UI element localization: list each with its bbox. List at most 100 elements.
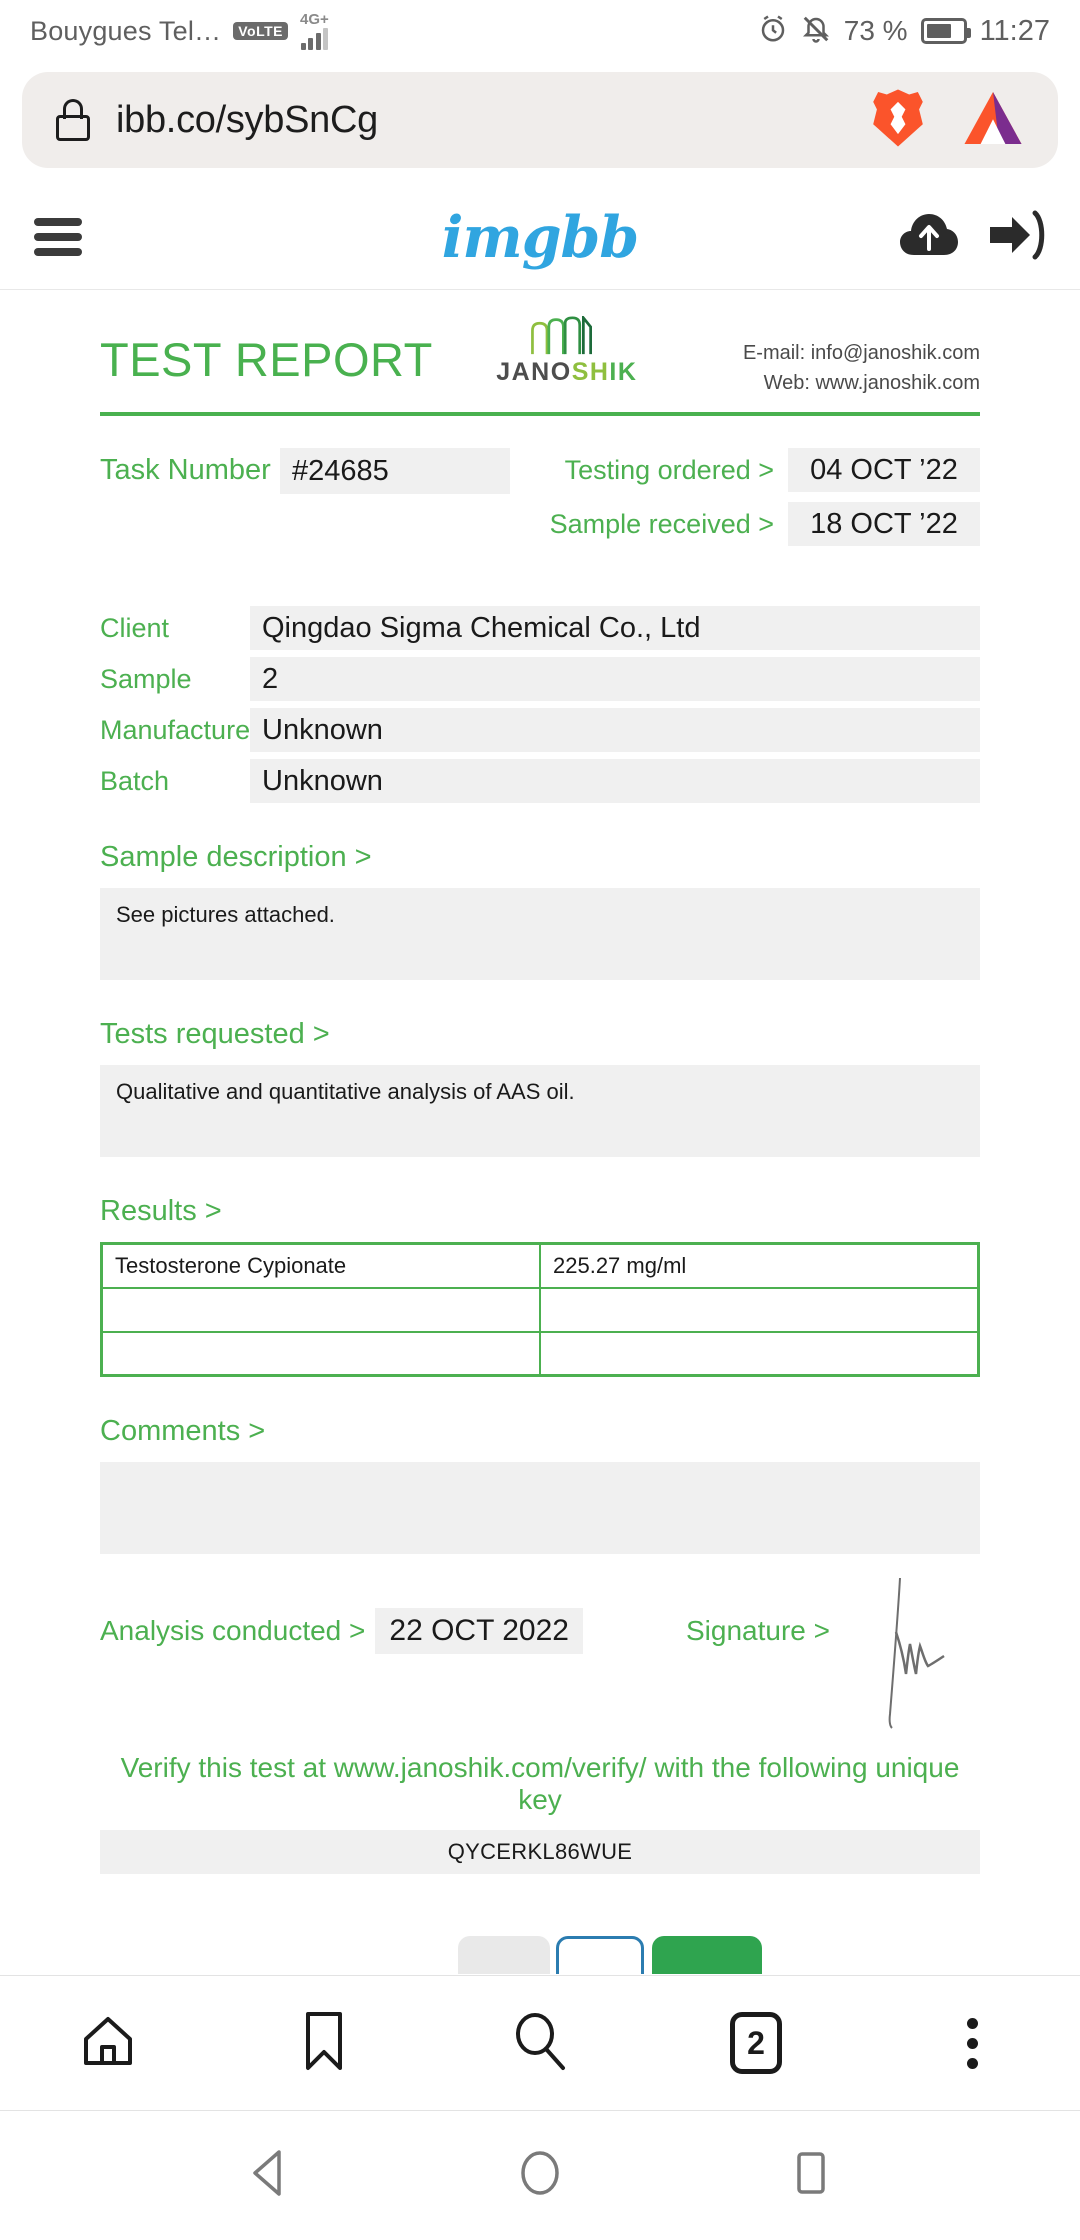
manufacturer-label: Manufacturer [100,714,260,745]
site-header: imgbb [0,185,1080,290]
tab-count-badge: 2 [730,2012,782,2074]
task-number-value: #24685 [280,448,510,494]
result-amount [539,1286,980,1333]
recents-square-icon [783,2146,837,2205]
address-bar-actions [868,87,1024,154]
batch-value: Unknown [250,759,980,803]
client-value: Qingdao Sigma Chemical Co., Ltd [250,606,980,650]
home-icon [78,2011,138,2076]
janoshik-wordmark: JANOSHIK [496,358,638,386]
brave-rewards-triangle-icon[interactable] [962,89,1024,152]
signal-strength-icon: 4G+ [300,12,329,50]
analysis-conducted-value: 22 OCT 2022 [375,1608,583,1654]
client-info-table: Client Qingdao Sigma Chemical Co., Ltd S… [100,606,980,803]
carrier-label: Bouygues Tel… [30,15,222,46]
result-substance [100,1286,541,1333]
report-header: TEST REPORT JANOSHIK E-mail: info@janosh… [100,314,980,406]
tests-requested-title: Tests requested > [100,1018,330,1050]
verify-unique-key: QYCERKL86WUE [100,1830,980,1874]
client-label: Client [100,612,170,643]
sample-description-section: Sample description > See pictures attach… [100,841,980,980]
bookmarks-button[interactable] [264,1993,384,2093]
android-back-button[interactable] [215,2131,325,2221]
back-triangle-icon [243,2146,297,2205]
gray-button[interactable] [458,1936,550,1974]
testing-ordered-row: Testing ordered > 04 OCT ’22 [550,448,980,492]
dates-column: Testing ordered > 04 OCT ’22 Sample rece… [550,448,980,556]
lab-email: E-mail: info@janoshik.com [742,342,980,364]
janoshik-mark-icon [530,316,592,355]
sample-value: 2 [250,657,980,701]
results-section: Results > Testosterone Cypionate 225.27 … [100,1195,980,1377]
home-circle-icon [513,2146,567,2205]
table-row [100,1330,980,1377]
url-text[interactable]: ibb.co/sybSnCg [116,99,378,142]
browser-toolbar: 2 [0,1975,1080,2110]
address-bar[interactable]: ibb.co/sybSnCg [22,72,1058,168]
network-type-label: 4G+ [299,11,329,28]
result-substance: Testosterone Cypionate [100,1242,541,1289]
lab-contact-info: E-mail: info@janoshik.com Web: www.janos… [743,314,980,398]
site-header-actions [898,209,1046,266]
brave-lion-icon[interactable] [868,87,928,154]
comments-section: Comments > [100,1415,980,1554]
battery-percent-label: 73 % [843,15,908,46]
android-home-button[interactable] [485,2131,595,2221]
result-amount [539,1330,980,1377]
kebab-menu-icon [966,2017,978,2069]
sign-in-icon[interactable] [988,209,1046,266]
results-table: Testosterone Cypionate 225.27 mg/ml [100,1242,980,1377]
task-and-dates-row: Task Number #24685 Testing ordered > 04 … [100,448,980,556]
test-report-document: TEST REPORT JANOSHIK E-mail: info@janosh… [0,290,1080,1910]
comments-title: Comments > [100,1415,266,1447]
cloud-upload-icon[interactable] [898,211,960,264]
verify-instruction: Verify this test at www.janoshik.com/ver… [120,1752,960,1815]
green-button[interactable] [652,1936,762,1974]
info-row-client: Client Qingdao Sigma Chemical Co., Ltd [100,606,980,650]
status-bar: Bouygues Tel… VoLTE 4G+ 73 % 11:27 [0,0,1080,62]
page-action-buttons [0,1912,1080,1974]
volte-icon: VoLTE [233,21,288,41]
android-recents-button[interactable] [755,2131,865,2221]
batch-label: Batch [100,765,170,796]
search-icon [509,2010,571,2077]
clock-label: 11:27 [979,14,1050,47]
phone-screen: Bouygues Tel… VoLTE 4G+ 73 % 11:27 ibb.c… [0,0,1080,2240]
info-row-batch: Batch Unknown [100,759,980,803]
notifications-muted-icon [801,14,831,49]
task-number-label: Task Number [100,454,271,486]
signature-label: Signature > [686,1615,830,1646]
page-title: TEST REPORT [100,333,433,386]
blue-outline-button[interactable] [556,1936,644,1974]
testing-ordered-label: Testing ordered > [564,454,774,485]
sample-label: Sample [100,663,192,694]
tests-requested-text: Qualitative and quantitative analysis of… [100,1065,980,1157]
result-amount: 225.27 mg/ml [539,1242,980,1289]
sample-received-label: Sample received > [549,508,774,539]
info-row-sample: Sample 2 [100,657,980,701]
analysis-and-signature-row: Analysis conducted > 22 OCT 2022 Signatu… [100,1577,980,1729]
results-title: Results > [100,1195,222,1227]
tab-switcher-button[interactable]: 2 [696,1993,816,2093]
comments-text [100,1462,980,1554]
sample-received-value: 18 OCT ’22 [788,502,980,546]
lab-website: Web: www.janoshik.com [763,372,980,394]
manufacturer-value: Unknown [250,708,980,752]
home-button[interactable] [48,1993,168,2093]
tests-requested-section: Tests requested > Qualitative and quanti… [100,1018,980,1157]
alarm-icon [758,14,788,49]
search-button[interactable] [480,1993,600,2093]
janoshik-logo: JANOSHIK [477,314,657,387]
info-row-manufacturer: Manufacturer Unknown [100,708,980,752]
table-row: Testosterone Cypionate 225.27 mg/ml [100,1242,980,1289]
testing-ordered-value: 04 OCT ’22 [788,448,980,492]
hamburger-menu-icon[interactable] [34,218,82,256]
imgbb-logo[interactable]: imgbb [442,204,640,271]
browser-menu-button[interactable] [912,1993,1032,2093]
status-bar-right: 73 % 11:27 [758,14,1050,49]
lock-icon [56,99,90,141]
handwritten-signature [860,1574,980,1739]
sample-received-row: Sample received > 18 OCT ’22 [550,502,980,546]
battery-icon [920,18,971,44]
analysis-conducted-label: Analysis conducted > [100,1615,366,1646]
